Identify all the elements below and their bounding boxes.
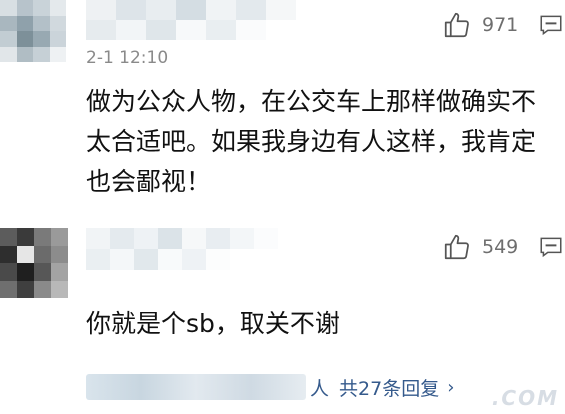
replies-count-link[interactable]: 共27条回复 [339,374,439,401]
replier-names-pixelated [86,374,306,400]
watermark: .COM [491,386,559,410]
comment-text: 你就是个sb，取关不谢 [86,309,340,338]
comment-item-1: 2-1 12:10 971 做为公众人物，在公交车上那样做确实不太合适吧。如果我… [0,0,565,212]
avatar-pixelated[interactable] [0,228,68,298]
like-count: 549 [482,236,519,258]
avatar-pixelated[interactable] [0,0,66,62]
thumbs-up-icon[interactable] [442,232,472,262]
comment-bubble-icon[interactable] [538,12,564,38]
thumbs-up-icon[interactable] [442,10,472,40]
replies-suffix: 人 [310,377,330,400]
like-button[interactable]: 549 [442,232,518,262]
username-pixelated[interactable] [86,228,278,270]
comment-item-2: 549 你就是个sb，取关不谢 人 共27条回复 › [0,218,565,414]
comment-bubble-icon[interactable] [538,234,564,260]
view-replies-link[interactable]: 人 共27条回复 › [86,370,548,404]
chevron-right-icon: › [447,376,455,398]
like-button[interactable]: 971 [442,10,518,40]
like-count: 971 [482,14,519,36]
comment-timestamp: 2-1 12:10 [86,48,169,68]
username-pixelated[interactable] [86,0,326,40]
comment-text: 做为公众人物，在公交车上那样做确实不太合适吧。如果我身边有人这样，我肯定也会鄙视… [86,87,537,196]
